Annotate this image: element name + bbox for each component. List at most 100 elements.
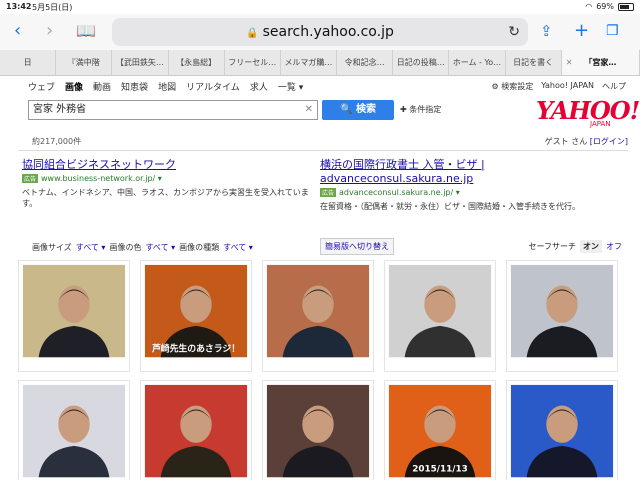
tab-label: 『満中階: [67, 58, 100, 67]
filter-size-label: 画像サイズ: [32, 243, 72, 252]
image-result[interactable]: [384, 260, 496, 372]
safesearch-off[interactable]: オフ: [606, 241, 622, 252]
vertical-1[interactable]: 画像: [65, 80, 83, 93]
ad-title[interactable]: 協同組合ビジネスネットワーク: [22, 158, 312, 172]
thumb-face: [546, 285, 578, 323]
vertical-5[interactable]: リアルタイム: [186, 80, 240, 93]
top-link[interactable]: ヘルプ: [602, 81, 626, 92]
thumbnail-image: 2015/11/13: [388, 384, 492, 478]
tab-label: 【永島総】: [176, 58, 217, 67]
filter-kind[interactable]: すべて ▾: [223, 242, 253, 253]
image-result[interactable]: [140, 380, 252, 480]
vertical-2[interactable]: 動画: [93, 80, 111, 93]
tab-label: 日: [23, 58, 32, 67]
image-result[interactable]: [506, 380, 618, 480]
tab-bar: 日 『満中階 【武田鉄矢… 【永島総】 フリーセル… メルマガ購… 令和記念… 日記の投稿… ホ…: [0, 50, 640, 76]
search-input[interactable]: 宮家 外務省 ✕: [28, 100, 318, 120]
share-icon[interactable]: ⇪: [540, 21, 553, 41]
new-tab-icon[interactable]: +: [574, 21, 589, 41]
image-result[interactable]: [18, 260, 130, 372]
vertical-6[interactable]: 求人: [250, 80, 268, 93]
forward-icon[interactable]: ›: [46, 21, 53, 41]
ad-title[interactable]: 横浜の国際行政書士 入管・ビザ | advanceconsul.sakura.n…: [320, 158, 610, 186]
thumb-face: [424, 405, 456, 443]
browser-tab[interactable]: 日: [0, 50, 57, 75]
simple-mode-button[interactable]: 簡易版へ切り替え: [320, 238, 394, 255]
browser-tab[interactable]: ホーム - Yo…: [449, 50, 506, 75]
clear-icon[interactable]: ✕: [305, 101, 313, 119]
ad-url-text[interactable]: advanceconsul.sakura.ne.jp/ ▾: [339, 188, 460, 197]
browser-tab[interactable]: 令和記念…: [337, 50, 394, 75]
vertical-3[interactable]: 知恵袋: [121, 80, 148, 93]
condition-link[interactable]: ✚ 条件指定: [400, 104, 441, 115]
thumb-face: [546, 405, 578, 443]
image-result[interactable]: 2015/11/13: [384, 380, 496, 480]
browser-tab[interactable]: メルマガ購…: [281, 50, 338, 75]
reload-icon[interactable]: ↻: [508, 18, 520, 46]
login-link[interactable]: [ログイン]: [590, 137, 628, 146]
safesearch-on[interactable]: オン: [580, 240, 602, 253]
vertical-4[interactable]: 地図: [158, 80, 176, 93]
battery-icon: [618, 2, 634, 11]
browser-tab[interactable]: 【永島総】: [169, 50, 225, 75]
status-right: ◠ 69%: [585, 2, 634, 11]
vertical-7[interactable]: 一覧 ▾: [278, 80, 303, 93]
browser-tab[interactable]: 日記の投稿…: [393, 50, 450, 75]
close-tab-icon[interactable]: ✕: [566, 50, 573, 75]
yahoo-logo[interactable]: YAHOO!: [536, 96, 640, 125]
tab-label: フリーセル…: [228, 58, 277, 67]
filter-size[interactable]: すべて ▾: [76, 242, 106, 253]
browser-tab[interactable]: 日記を書く: [506, 50, 562, 75]
bookmarks-icon[interactable]: 📖: [76, 21, 96, 41]
thumbnail-image: [266, 264, 370, 358]
status-date: 5月5日(日): [32, 3, 73, 12]
thumb-face: [58, 285, 90, 323]
image-result[interactable]: [18, 380, 130, 480]
ad-desc: ベトナム、インドネシア、中国、ラオス、カンボジアから実習生を受入れています。: [22, 188, 309, 208]
tab-label: 日記の投稿…: [396, 58, 445, 67]
search-button[interactable]: 🔍 検索: [322, 100, 394, 120]
vertical-0[interactable]: ウェブ: [28, 80, 55, 93]
back-icon[interactable]: ‹: [14, 21, 21, 41]
safesearch: セーフサーチ オン オフ: [528, 240, 622, 253]
result-count: 約217,000件: [32, 137, 82, 146]
thumb-caption: 2015/11/13: [412, 464, 468, 474]
safesearch-label: セーフサーチ: [528, 242, 576, 251]
ad-2: 横浜の国際行政書士 入管・ビザ | advanceconsul.sakura.n…: [320, 158, 610, 212]
image-result[interactable]: 芦崎先生のあさラジ！: [140, 260, 252, 372]
thumb-face: [302, 285, 334, 323]
filter-color-label: 画像の色: [109, 243, 142, 252]
browser-tab[interactable]: 【武田鉄矢…: [112, 50, 169, 75]
tab-label: 令和記念…: [344, 58, 385, 67]
ad-badge: 広告: [22, 174, 39, 183]
filter-color[interactable]: すべて ▾: [145, 242, 175, 253]
top-link[interactable]: Yahoo! JAPAN: [541, 81, 594, 92]
thumbnail-image: [266, 384, 370, 478]
ad-url-text[interactable]: www.business-network.or.jp/ ▾: [41, 174, 162, 183]
thumbnail-image: [22, 384, 126, 478]
browser-tab[interactable]: フリーセル…: [225, 50, 281, 75]
guest-label: ゲスト さん: [544, 137, 588, 146]
top-links: ⚙ 検索設定 Yahoo! JAPAN ヘルプ: [492, 81, 626, 92]
thumb-caption: 芦崎先生のあさラジ！: [152, 342, 240, 354]
tab-label: 日記を書く: [513, 58, 554, 67]
search-query: 宮家 外務省: [33, 104, 87, 115]
filter-kind-label: 画像の種類: [179, 243, 220, 252]
image-result[interactable]: [262, 380, 374, 480]
image-result[interactable]: [506, 260, 618, 372]
ad-desc: 在留資格・（配偶者・就労・永住）ビザ・国際結婚・入管手続きを代行。: [320, 202, 580, 211]
thumb-face: [302, 405, 334, 443]
top-link[interactable]: ⚙ 検索設定: [492, 81, 534, 92]
image-result[interactable]: [262, 260, 374, 372]
ad-url: 広告 advanceconsul.sakura.ne.jp/ ▾: [320, 188, 610, 197]
thumbnail-image: [510, 384, 614, 478]
ad-1: 協同組合ビジネスネットワーク 広告 www.business-network.or…: [22, 158, 312, 209]
url-bar[interactable]: 🔒 search.yahoo.co.jp ↻: [112, 18, 528, 46]
browser-tab[interactable]: ✕ 「宮家…: [561, 50, 640, 75]
image-filters: 画像サイズ すべて ▾ 画像の色 すべて ▾ 画像の種類 すべて ▾: [32, 242, 253, 253]
browser-tab[interactable]: 『満中階: [56, 50, 113, 75]
vertical-nav: ウェブ 画像 動画 知恵袋 地図 リアルタイム 求人 一覧 ▾: [28, 80, 303, 93]
wifi-icon: ◠: [585, 2, 593, 11]
thumb-face: [58, 405, 90, 443]
tabs-icon[interactable]: ❐: [606, 21, 619, 41]
